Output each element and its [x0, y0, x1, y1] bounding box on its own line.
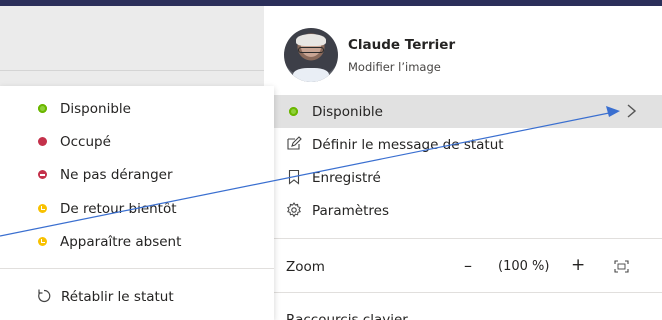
status-away-label: Apparaître absent [60, 233, 182, 250]
status-do-not-disturb[interactable]: Ne pas déranger [0, 158, 274, 191]
set-status-message-label: Définir le message de statut [312, 136, 504, 153]
saved-item[interactable]: Enregistré [264, 161, 662, 194]
status-available-label: Disponible [60, 100, 131, 117]
avatar-hair [296, 34, 326, 46]
bookmark-icon [288, 169, 300, 185]
zoom-row: Zoom – (100 %) + [264, 250, 662, 284]
divider [264, 292, 662, 293]
avatar[interactable] [284, 28, 338, 82]
divider [0, 268, 274, 269]
status-selector-label: Disponible [312, 103, 383, 120]
status-busy[interactable]: Occupé [0, 125, 274, 158]
edit-message-icon [287, 136, 302, 150]
status-selector[interactable]: Disponible [264, 95, 662, 128]
status-brb-label: De retour bientôt [60, 200, 177, 217]
settings-label: Paramètres [312, 202, 389, 219]
zoom-out-button[interactable]: – [464, 256, 472, 275]
saved-label: Enregistré [312, 169, 381, 186]
available-dot-icon [289, 107, 298, 116]
fullscreen-icon[interactable] [614, 260, 629, 273]
status-available[interactable]: Disponible [0, 92, 274, 125]
status-busy-label: Occupé [60, 133, 111, 150]
zoom-in-button[interactable]: + [571, 255, 585, 275]
reset-icon [38, 289, 51, 303]
settings-item[interactable]: Paramètres [264, 194, 662, 227]
divider [0, 70, 264, 71]
avatar-shirt [293, 68, 329, 82]
zoom-level: (100 %) [498, 259, 550, 274]
status-appear-away[interactable]: Apparaître absent [0, 225, 274, 258]
divider [264, 238, 662, 239]
keyboard-shortcuts-item[interactable]: Raccourcis clavier [286, 312, 408, 320]
status-be-right-back[interactable]: De retour bientôt [0, 192, 274, 225]
available-dot-icon [38, 104, 47, 113]
status-submenu: Disponible Occupé Ne pas déranger De ret… [0, 86, 274, 320]
busy-dot-icon [38, 137, 47, 146]
gear-icon [287, 202, 301, 218]
profile-panel: Claude Terrier Modifier l’image Disponib… [264, 6, 662, 320]
be-right-back-icon [38, 204, 47, 213]
set-status-message-item[interactable]: Définir le message de statut [264, 128, 662, 161]
reset-status-label: Rétablir le statut [61, 289, 174, 305]
chevron-right-icon [627, 104, 637, 118]
reset-status-item[interactable]: Rétablir le statut [0, 282, 274, 312]
zoom-label: Zoom [286, 259, 325, 275]
appear-away-icon [38, 237, 47, 246]
edit-image-link[interactable]: Modifier l’image [348, 60, 441, 74]
profile-name: Claude Terrier [348, 37, 456, 53]
avatar-glasses [298, 47, 324, 53]
status-dnd-label: Ne pas déranger [60, 166, 173, 183]
do-not-disturb-icon [38, 170, 47, 179]
